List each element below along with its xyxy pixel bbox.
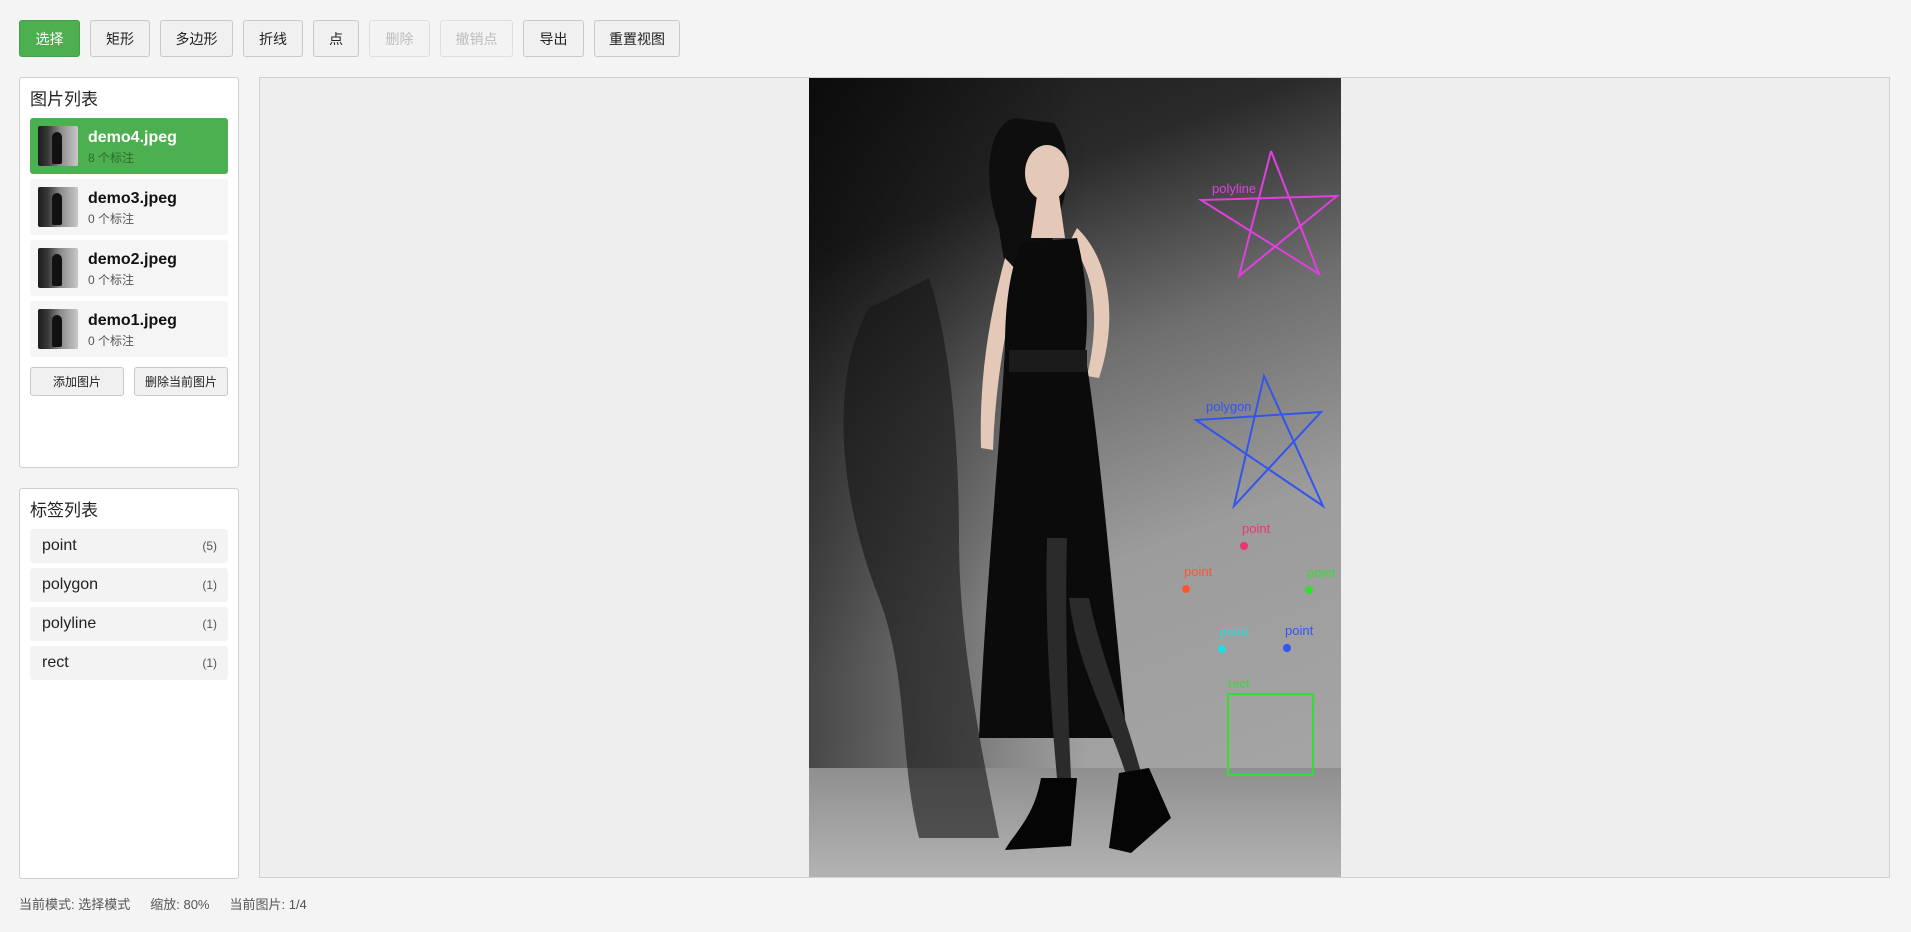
image-name: demo2.jpeg — [88, 250, 177, 268]
undo-point-button[interactable]: 撤销点 — [440, 20, 513, 57]
annotation-canvas[interactable]: polyline polygon point point point point… — [259, 77, 1890, 878]
image-name: demo4.jpeg — [88, 128, 177, 146]
image-list-item[interactable]: demo4.jpeg 8 个标注 — [30, 118, 228, 174]
select-mode-button[interactable]: 选择 — [19, 20, 80, 57]
polyline-annotation[interactable] — [1197, 150, 1340, 279]
image-thumbnail — [38, 187, 78, 227]
label-item-polygon[interactable]: polygon (1) — [30, 568, 228, 602]
annotation-count: 8 个标注 — [88, 150, 135, 165]
label-count: (1) — [202, 656, 217, 670]
label-name: rect — [42, 654, 69, 671]
image-name: demo3.jpeg — [88, 189, 177, 207]
rect-mode-button[interactable]: 矩形 — [90, 20, 150, 57]
image-list-item[interactable]: demo2.jpeg 0 个标注 — [30, 240, 228, 296]
image-list-item[interactable]: demo3.jpeg 0 个标注 — [30, 179, 228, 235]
image-list-item[interactable]: demo1.jpeg 0 个标注 — [30, 301, 228, 357]
status-mode: 当前模式: 选择模式 — [19, 897, 131, 912]
annotation-count: 0 个标注 — [88, 272, 135, 287]
point-annotation[interactable] — [1305, 586, 1313, 594]
rect-annotation[interactable] — [1227, 693, 1314, 776]
annotated-photo[interactable]: polyline polygon point point point point… — [809, 78, 1341, 877]
point-annotation-label: point — [1285, 623, 1314, 638]
polygon-mode-button[interactable]: 多边形 — [160, 20, 233, 57]
label-item-polyline[interactable]: polyline (1) — [30, 607, 228, 641]
point-annotation-label: point — [1184, 564, 1213, 579]
rect-annotation-label: rect — [1228, 676, 1250, 691]
annotation-count: 0 个标注 — [88, 211, 135, 226]
toolbar: 选择 矩形 多边形 折线 点 删除 撤销点 导出 重置视图 — [19, 20, 680, 57]
status-zoom: 缩放: 80% — [150, 897, 210, 912]
label-name: polygon — [42, 576, 99, 593]
point-annotation-label: point — [1220, 624, 1249, 639]
polyline-annotation-label: polyline — [1212, 181, 1256, 196]
point-annotation[interactable] — [1240, 542, 1248, 550]
point-annotation-label: point — [1307, 565, 1336, 580]
status-image: 当前图片: 1/4 — [229, 897, 307, 912]
point-annotation[interactable] — [1182, 585, 1190, 593]
polygon-annotation-label: polygon — [1206, 399, 1252, 414]
image-thumbnail — [38, 309, 78, 349]
image-thumbnail — [38, 248, 78, 288]
polyline-mode-button[interactable]: 折线 — [243, 20, 303, 57]
label-count: (1) — [202, 578, 217, 592]
annotation-count: 0 个标注 — [88, 333, 135, 348]
image-list-panel: 图片列表 demo4.jpeg 8 个标注 demo3.jpeg 0 个标注 d… — [19, 77, 239, 468]
label-item-point[interactable]: point (5) — [30, 529, 228, 563]
add-image-button[interactable]: 添加图片 — [30, 367, 124, 396]
image-list-title: 图片列表 — [30, 90, 98, 109]
label-list-panel: 标签列表 point (5) polygon (1) polyline (1) … — [19, 488, 239, 879]
point-annotation-label: point — [1242, 521, 1271, 536]
label-count: (1) — [202, 617, 217, 631]
annotation-overlay: polyline polygon point point point point… — [1182, 150, 1340, 776]
label-item-rect[interactable]: rect (1) — [30, 646, 228, 680]
label-count: (5) — [202, 539, 217, 553]
image-thumbnail — [38, 126, 78, 166]
delete-current-image-button[interactable]: 删除当前图片 — [134, 367, 228, 396]
export-button[interactable]: 导出 — [523, 20, 584, 57]
label-name: point — [42, 537, 77, 554]
image-name: demo1.jpeg — [88, 311, 177, 329]
delete-button[interactable]: 删除 — [369, 20, 430, 57]
polygon-annotation[interactable] — [1193, 372, 1326, 510]
reset-view-button[interactable]: 重置视图 — [594, 20, 680, 57]
label-name: polyline — [42, 615, 97, 632]
point-annotation[interactable] — [1218, 645, 1226, 653]
point-mode-button[interactable]: 点 — [313, 20, 359, 57]
status-bar: 当前模式: 选择模式 缩放: 80% 当前图片: 1/4 — [19, 894, 307, 912]
point-annotation[interactable] — [1283, 644, 1291, 652]
label-list-title: 标签列表 — [30, 501, 98, 520]
